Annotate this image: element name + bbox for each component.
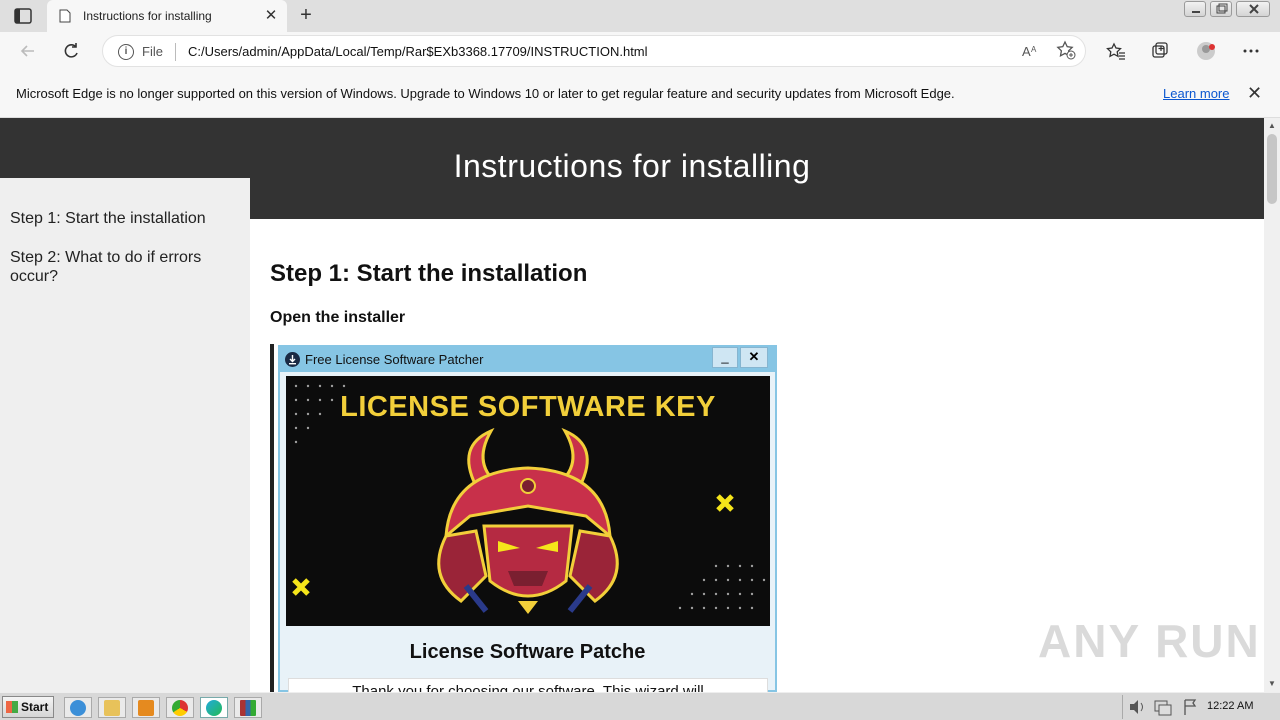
new-tab-button[interactable]: + bbox=[296, 5, 316, 26]
installer-body-text: Thank you for choosing our software. Thi… bbox=[288, 678, 768, 692]
chrome-taskbar-icon[interactable] bbox=[166, 697, 194, 718]
taskbar: Start 12:22 AM bbox=[0, 692, 1280, 720]
learn-more-link[interactable]: Learn more bbox=[1163, 86, 1229, 101]
tab-actions-icon[interactable] bbox=[14, 8, 32, 24]
url-text[interactable]: C:/Users/admin/AppData/Local/Temp/Rar$EX… bbox=[188, 44, 648, 59]
tab-strip: Instructions for installing ✕ + bbox=[0, 0, 1280, 32]
sidebar-item-step-1[interactable]: Step 1: Start the installation bbox=[10, 209, 230, 228]
sidebar: Step 1: Start the installation Step 2: W… bbox=[0, 178, 250, 692]
browser-tab[interactable]: Instructions for installing ✕ bbox=[47, 0, 287, 32]
svg-text:A: A bbox=[1031, 45, 1037, 54]
step-subheading: Open the installer bbox=[270, 309, 406, 326]
infobar-message: Microsoft Edge is no longer supported on… bbox=[16, 86, 955, 101]
ie-taskbar-icon[interactable] bbox=[64, 697, 92, 718]
installer-screenshot: Free License Software Patcher _ ✕ LICENS… bbox=[270, 344, 777, 692]
system-tray: 12:22 AM bbox=[1122, 695, 1278, 719]
start-button[interactable]: Start bbox=[2, 696, 54, 718]
more-menu-icon[interactable] bbox=[1241, 41, 1261, 61]
download-icon bbox=[285, 352, 300, 367]
installer-close-button: ✕ bbox=[740, 347, 768, 368]
media-player-taskbar-icon[interactable] bbox=[132, 697, 160, 718]
windows-logo-icon bbox=[6, 701, 18, 713]
browser-toolbar: i File C:/Users/admin/AppData/Local/Temp… bbox=[0, 32, 1280, 70]
anyrun-watermark: ANY RUN bbox=[1038, 615, 1261, 667]
window-minimize-button[interactable] bbox=[1184, 1, 1206, 17]
svg-text:A: A bbox=[1022, 44, 1031, 59]
address-separator bbox=[175, 43, 176, 61]
edge-taskbar-icon[interactable] bbox=[200, 697, 228, 718]
read-aloud-icon[interactable]: AA bbox=[1021, 43, 1039, 62]
taskbar-clock[interactable]: 12:22 AM bbox=[1207, 700, 1253, 712]
installer-window: Free License Software Patcher _ ✕ LICENS… bbox=[278, 345, 777, 692]
installer-title: Free License Software Patcher bbox=[305, 352, 484, 367]
installer-minimize-button: _ bbox=[712, 347, 738, 368]
site-info-icon[interactable]: i bbox=[118, 44, 134, 60]
tab-close-icon[interactable]: ✕ bbox=[263, 8, 279, 24]
step-heading: Step 1: Start the installation bbox=[270, 260, 588, 287]
refresh-icon[interactable] bbox=[61, 41, 81, 61]
explorer-taskbar-icon[interactable] bbox=[98, 697, 126, 718]
banner-title: LICENSE SOFTWARE KEY bbox=[340, 391, 716, 423]
page-content: Instructions for installing Step 1: Star… bbox=[0, 118, 1264, 692]
scroll-down-arrow-icon[interactable]: ▼ bbox=[1264, 676, 1280, 692]
sidebar-item-step-2[interactable]: Step 2: What to do if errors occur? bbox=[10, 248, 230, 286]
scrollbar-thumb[interactable] bbox=[1267, 134, 1277, 204]
installer-banner: LICENSE SOFTWARE KEY bbox=[286, 376, 770, 626]
unsupported-os-infobar: Microsoft Edge is no longer supported on… bbox=[0, 70, 1280, 118]
window-close-button[interactable] bbox=[1236, 1, 1270, 17]
vertical-scrollbar[interactable]: ▲ ▼ bbox=[1264, 118, 1280, 692]
favorites-icon[interactable] bbox=[1106, 41, 1126, 61]
add-favorite-icon[interactable] bbox=[1056, 40, 1076, 65]
start-label: Start bbox=[21, 700, 49, 714]
window-restore-button[interactable] bbox=[1210, 1, 1232, 17]
winrar-taskbar-icon[interactable] bbox=[234, 697, 262, 718]
collections-icon[interactable] bbox=[1150, 41, 1170, 61]
address-bar[interactable]: i File C:/Users/admin/AppData/Local/Temp… bbox=[102, 35, 1086, 67]
installer-titlebar: Free License Software Patcher _ ✕ bbox=[280, 347, 775, 372]
tab-title: Instructions for installing bbox=[83, 9, 212, 23]
tray-icons[interactable] bbox=[1127, 695, 1207, 719]
scheme-label: File bbox=[142, 44, 163, 59]
scroll-up-arrow-icon[interactable]: ▲ bbox=[1264, 118, 1280, 134]
back-arrow-icon[interactable] bbox=[18, 41, 38, 61]
infobar-close-icon[interactable]: ✕ bbox=[1247, 83, 1262, 104]
profile-avatar[interactable] bbox=[1196, 41, 1216, 61]
installer-heading: License Software Patche bbox=[409, 641, 646, 663]
page-icon bbox=[59, 9, 71, 23]
